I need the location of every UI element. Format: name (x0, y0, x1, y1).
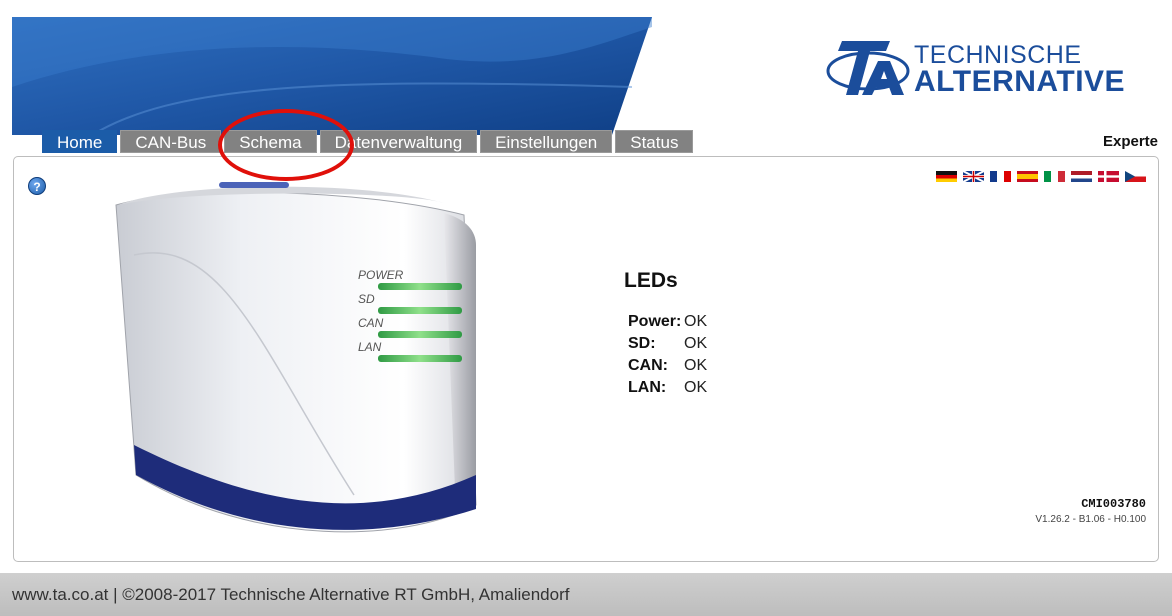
led-label: CAN: (628, 357, 668, 374)
tab-datenverwaltung[interactable]: Datenverwaltung (319, 130, 478, 153)
ta-logo-mark-icon (826, 41, 910, 95)
led-can (378, 331, 462, 338)
footer-text: www.ta.co.at | ©2008-2017 Technische Alt… (12, 585, 570, 604)
led-value: OK (684, 357, 708, 374)
led-row-sd: SD: OK (628, 333, 707, 355)
device-image: POWER SD CAN LAN (115, 182, 477, 533)
brand-logo: TECHNISCHE ALTERNATIVE (824, 27, 1126, 107)
flag-it-icon[interactable] (1044, 171, 1065, 182)
tab-schema[interactable]: Schema (224, 130, 317, 153)
logo-line-2: ALTERNATIVE (914, 65, 1126, 98)
flag-nl-icon[interactable] (1071, 171, 1092, 182)
led-lan (378, 355, 462, 362)
device-label-sd: SD (358, 292, 375, 306)
led-row-power: Power: OK (628, 311, 707, 333)
main-nav-tabs: Home CAN-Bus Schema Datenverwaltung Eins… (42, 130, 694, 153)
help-icon[interactable]: ? (28, 177, 46, 195)
led-row-can: CAN: OK (628, 355, 707, 377)
flag-dk-icon[interactable] (1098, 171, 1119, 182)
device-top-light (219, 182, 289, 188)
expert-mode-link[interactable]: Experte (1103, 130, 1158, 153)
device-label-lan: LAN (358, 340, 382, 354)
page: TECHNISCHE ALTERNATIVE Home CAN-Bus Sche… (0, 0, 1172, 616)
led-value: OK (684, 313, 708, 330)
device-id: CMI003780 (1081, 497, 1146, 511)
footer: www.ta.co.at | ©2008-2017 Technische Alt… (0, 573, 1172, 616)
language-selector (936, 171, 1146, 182)
flag-cz-icon[interactable] (1125, 171, 1146, 182)
header-banner (12, 17, 652, 135)
leds-title: LEDs (624, 269, 678, 292)
led-label: SD: (628, 335, 656, 352)
device-label-power: POWER (358, 268, 404, 282)
version-info: V1.26.2 - B1.06 - H0.100 (1035, 514, 1146, 525)
flag-es-icon[interactable] (1017, 171, 1038, 182)
tab-home[interactable]: Home (42, 130, 118, 153)
device-label-can: CAN (358, 316, 384, 330)
tab-can-bus[interactable]: CAN-Bus (120, 130, 222, 153)
led-label: Power: (628, 313, 682, 330)
led-row-lan: LAN: OK (628, 377, 707, 399)
led-sd (378, 307, 462, 314)
flag-en-icon[interactable] (963, 171, 984, 182)
flag-fr-icon[interactable] (990, 171, 1011, 182)
led-value: OK (684, 379, 708, 396)
led-value: OK (684, 335, 708, 352)
led-power (378, 283, 462, 290)
tab-status[interactable]: Status (615, 130, 694, 153)
tab-einstellungen[interactable]: Einstellungen (480, 130, 613, 153)
flag-de-icon[interactable] (936, 171, 957, 182)
led-status: LEDs Power: OK SD: OK CAN: OK LAN: OK (624, 269, 707, 399)
content-panel: ? POWER SD CAN LAN LEDs Power: OK SD: OK… (13, 156, 1159, 562)
led-label: LAN: (628, 379, 667, 396)
